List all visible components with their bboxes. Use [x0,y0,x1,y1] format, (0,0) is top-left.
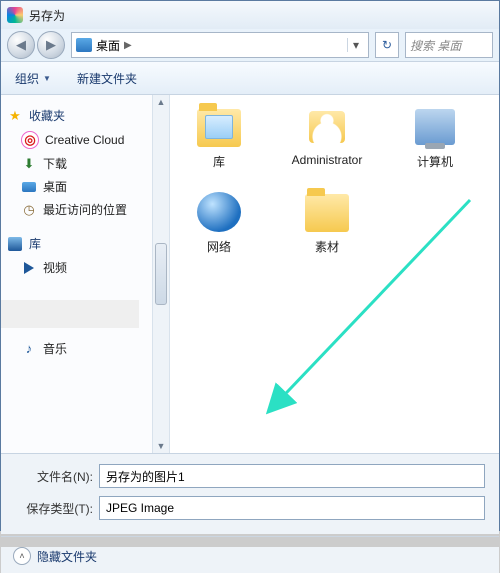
download-icon: ⬇ [21,156,37,172]
breadcrumb-dropdown[interactable]: ▾ [347,38,364,52]
save-as-dialog: 另存为 ◀ ▶ 桌面 ▶ ▾ ↻ 搜索 桌面 组织 ▼ [0,0,500,531]
chevron-right-icon: ▶ [124,40,132,51]
folder-icon [305,194,349,232]
sidebar-item-downloads[interactable]: ⬇ 下载 [5,152,165,175]
filetype-label: 保存类型(T): [15,500,93,517]
sidebar-item-recent[interactable]: ◷ 最近访问的位置 [5,198,165,221]
search-placeholder: 搜索 桌面 [410,37,461,54]
organize-label: 组织 [15,70,39,87]
folder-icon [197,109,241,147]
hide-folders-toggle[interactable]: ˄ 隐藏文件夹 [13,547,97,565]
filename-input[interactable]: 另存为的图片1 [99,464,485,488]
filename-value: 另存为的图片1 [106,468,185,485]
filetype-value: JPEG Image [106,501,174,515]
scrollbar-thumb[interactable] [155,243,167,305]
arrow-right-icon: ▶ [46,37,56,53]
window-title: 另存为 [29,7,65,24]
nav-row: ◀ ▶ 桌面 ▶ ▾ ↻ 搜索 桌面 [1,29,499,61]
divider [1,536,499,537]
sidebar-item-music[interactable]: ♪ 音乐 [5,337,165,360]
content-item-sucai[interactable]: 素材 [288,190,366,255]
content-pane[interactable]: 库 Administrator 计算机 网络 素材 [170,95,499,453]
sidebar-scrollbar[interactable]: ▲ ▼ [152,95,169,453]
star-icon: ★ [7,108,23,124]
creative-cloud-icon: ◎ [21,131,39,149]
content-item-network[interactable]: 网络 [180,190,258,255]
favorites-label: 收藏夹 [29,107,65,124]
music-label: 音乐 [43,340,67,357]
content-item-libraries[interactable]: 库 [180,105,258,170]
content-item-computer[interactable]: 计算机 [396,105,474,170]
titlebar: 另存为 [1,1,499,29]
dialog-body: ★ 收藏夹 ◎ Creative Cloud ⬇ 下载 桌面 ◷ 最近访问的位置 [1,95,499,454]
back-button[interactable]: ◀ [7,31,35,59]
scroll-up-icon: ▲ [157,97,166,107]
libraries-label: 库 [29,235,41,252]
refresh-icon: ↻ [382,38,392,52]
desktop-icon [21,179,37,195]
user-icon [309,111,345,143]
arrow-left-icon: ◀ [16,37,26,53]
downloads-label: 下载 [43,155,67,172]
item-label: Administrator [292,153,363,167]
sidebar-item-videos[interactable]: 视频 [5,256,165,279]
item-label: 库 [213,153,225,170]
breadcrumb-root: 桌面 [96,37,120,54]
chevron-down-icon: ▼ [43,74,51,83]
filetype-select[interactable]: JPEG Image [99,496,485,520]
filename-label: 文件名(N): [15,468,93,485]
item-label: 网络 [207,238,231,255]
new-folder-label: 新建文件夹 [77,70,137,87]
refresh-button[interactable]: ↻ [375,32,399,58]
new-folder-button[interactable]: 新建文件夹 [71,67,143,90]
scroll-down-icon: ▼ [157,441,166,451]
save-form: 文件名(N): 另存为的图片1 保存类型(T): JPEG Image [1,454,499,534]
forward-button[interactable]: ▶ [37,31,65,59]
libraries-icon [7,236,23,252]
desktop-label: 桌面 [43,178,67,195]
videos-label: 视频 [43,259,67,276]
sidebar: ★ 收藏夹 ◎ Creative Cloud ⬇ 下载 桌面 ◷ 最近访问的位置 [1,95,170,453]
app-icon [7,7,23,23]
music-icon: ♪ [21,341,37,357]
globe-icon [197,192,241,232]
recent-label: 最近访问的位置 [43,201,127,218]
computer-icon [415,109,455,145]
organize-button[interactable]: 组织 ▼ [9,67,57,90]
chevron-up-icon: ˄ [13,547,31,565]
item-label: 计算机 [417,153,453,170]
sidebar-item-creative-cloud[interactable]: ◎ Creative Cloud [5,128,165,152]
item-label: 素材 [315,238,339,255]
dialog-footer: ˄ 隐藏文件夹 [1,547,499,573]
sidebar-item-desktop[interactable]: 桌面 [5,175,165,198]
breadcrumb[interactable]: 桌面 ▶ ▾ [71,32,369,58]
hide-folders-label: 隐藏文件夹 [37,548,97,565]
search-input[interactable]: 搜索 桌面 [405,32,493,58]
video-icon [21,260,37,276]
creative-cloud-label: Creative Cloud [45,133,124,147]
toolbar: 组织 ▼ 新建文件夹 [1,61,499,95]
desktop-icon [76,38,92,52]
sidebar-group-libraries[interactable]: 库 [5,231,165,256]
sidebar-group-favorites[interactable]: ★ 收藏夹 [5,103,165,128]
recent-icon: ◷ [21,202,37,218]
content-item-administrator[interactable]: Administrator [288,105,366,170]
redacted-block [1,300,139,328]
